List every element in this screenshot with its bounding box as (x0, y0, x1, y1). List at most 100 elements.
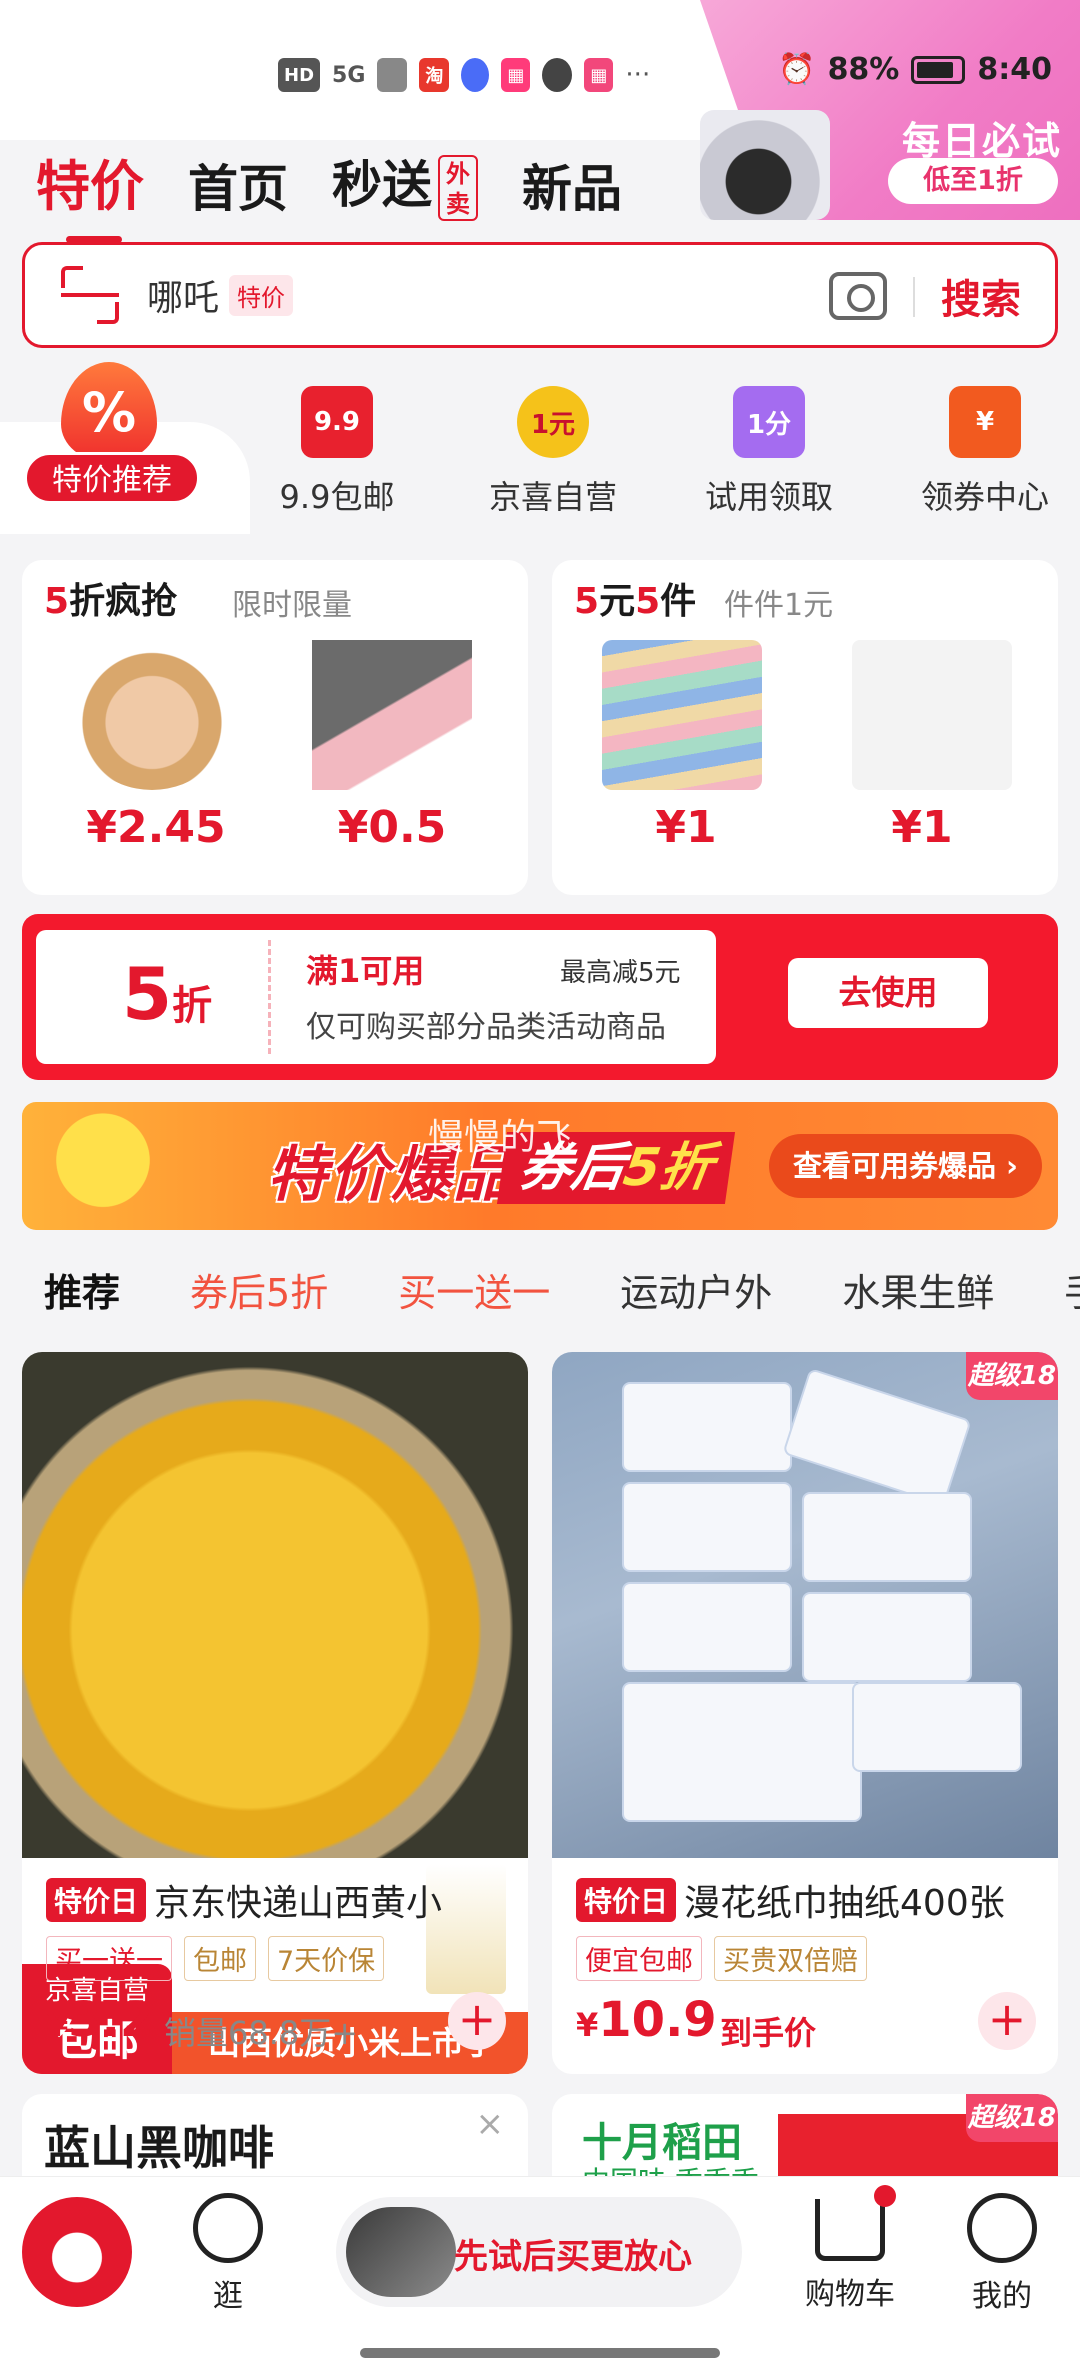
bag-99-icon: 9.9 (301, 386, 373, 458)
percent-flame-icon: % (61, 362, 157, 462)
camera-icon[interactable] (829, 272, 887, 320)
clock: 8:40 (977, 52, 1052, 87)
filter-tab[interactable]: 券后5折 (190, 1262, 328, 1317)
trial-first-pill[interactable]: 先试后买更放心 (336, 2197, 742, 2307)
deal-title: 5折疯抢 (44, 581, 178, 622)
filter-tab[interactable]: 手 (1064, 1262, 1080, 1317)
nav-label: 购物车 (805, 2277, 895, 2312)
coupon-body: 5折 满1可用 最高减5元 仅可购买部分品类活动商品 (36, 930, 716, 1064)
promo-title: 每日必试 (901, 119, 1062, 163)
category-lingquan-zhongxin[interactable]: ¥ 领券中心 (900, 362, 1070, 518)
mascot-icon (48, 1108, 158, 1224)
peek-title: 蓝山黑咖啡 (44, 2121, 274, 2175)
cushion-product-image[interactable] (700, 110, 830, 220)
deal-title: 5元5件 (574, 581, 697, 622)
use-coupon-button[interactable]: 去使用 (788, 958, 988, 1028)
battery-icon (911, 55, 966, 84)
search-box[interactable]: 哪吒 特价 搜索 (22, 242, 1058, 348)
product-image[interactable] (22, 1352, 528, 1858)
deal-subtitle: 件件1元 (724, 588, 834, 623)
racks-image[interactable] (602, 640, 762, 790)
product-image[interactable] (552, 1352, 1058, 1858)
nav-guang[interactable]: 逛 (168, 2193, 288, 2315)
signal-icon (377, 58, 408, 92)
view-coupon-deals-button[interactable]: 查看可用券爆品 › (768, 1134, 1042, 1198)
product-tags: 便宜包邮 买贵双倍赔 (576, 1936, 867, 1981)
battery-percent: 88% (827, 52, 900, 87)
network-icon: 5G (332, 62, 366, 88)
shopping-app-icon: ▦ (501, 58, 531, 92)
search-divider (913, 277, 915, 317)
deal-price: ¥2.45 (86, 802, 226, 853)
product-card-millet[interactable]: 山西优质小米上市了 京喜自营 包邮 特价日 京东快递山西黄小 买一送一 包邮 7天… (22, 1352, 528, 2074)
taobao-app-icon: 淘 (419, 58, 450, 92)
deal-subtitle: 限时限量 (232, 588, 352, 623)
coupon-amount: 5折 (122, 952, 213, 1036)
add-to-cart-button[interactable]: + (978, 1992, 1036, 2050)
alarm-icon: ⏰ (778, 52, 816, 87)
jd-mascot-logo[interactable] (22, 2197, 132, 2307)
more-notifications-icon: ··· (625, 60, 651, 90)
scan-icon[interactable] (61, 266, 119, 324)
bag-1fen-icon: 1分 (733, 386, 805, 458)
nav-label: 我的 (972, 2279, 1032, 2314)
cloths-image[interactable] (312, 640, 472, 790)
status-right: ⏰ 88% 8:40 (778, 52, 1052, 87)
tissue-pack (802, 1492, 972, 1582)
cart-badge-dot (874, 2185, 896, 2207)
deal-card-half-price[interactable]: 5折疯抢 限时限量 ¥2.45 ¥0.5 (22, 560, 528, 895)
category-tejia-tuijian[interactable]: % 特价推荐 (24, 362, 200, 504)
waimai-badge: 外卖 (438, 155, 478, 221)
pdd-app-icon: ▦ (584, 58, 614, 92)
category-row: % 特价推荐 9.9 9.9包邮 1元 京喜自营 1分 试用领取 ¥ 领券中心 (0, 362, 1080, 534)
product-tag: 买贵双倍赔 (714, 1936, 867, 1981)
category-label: 领券中心 (920, 478, 1049, 516)
price-suffix: 到手价 (720, 2014, 817, 2052)
eggs-image[interactable] (72, 640, 232, 790)
filter-tab[interactable]: 水果生鲜 (842, 1262, 994, 1317)
tissue-pack (852, 1682, 1022, 1772)
category-jingxi-ziying[interactable]: 1元 京喜自营 (468, 362, 638, 518)
coupon-card[interactable]: 5折 满1可用 最高减5元 仅可购买部分品类活动商品 去使用 (22, 914, 1058, 1080)
tab-tejia[interactable]: 特价 (36, 142, 144, 243)
deal-card-five-yuan[interactable]: 5元5件 件件1元 ¥1 ¥1 (552, 560, 1058, 895)
nav-label: 逛 (213, 2279, 243, 2314)
coupon-yen-icon: ¥ (949, 386, 1021, 458)
coupon-description: 仅可购买部分品类活动商品 (306, 1010, 666, 1045)
filter-tab[interactable]: 运动户外 (620, 1262, 772, 1317)
tissue-pack (622, 1482, 792, 1572)
coupon-max: 最高减5元 (560, 958, 681, 988)
app-dot-icon (461, 58, 490, 92)
home-indicator[interactable] (360, 2348, 720, 2358)
hd-icon: HD (278, 58, 321, 92)
filter-tabs: 推荐 券后5折 买一送一 运动户外 水果生鲜 手 (44, 1262, 1080, 1317)
deal-price: ¥0.5 (337, 802, 447, 853)
search-button[interactable]: 搜索 (941, 267, 1021, 325)
search-input[interactable]: 哪吒 (147, 269, 219, 321)
tab-home[interactable]: 首页 (188, 149, 288, 221)
nav-mine[interactable]: 我的 (942, 2193, 1062, 2315)
cotton-image[interactable] (852, 640, 1012, 790)
close-icon[interactable]: × (476, 2104, 505, 2144)
tab-miaosong[interactable]: 秒送 外卖 (332, 145, 478, 221)
coupon-condition: 满1可用 (306, 952, 425, 990)
tab-new[interactable]: 新品 (522, 149, 622, 221)
filter-tab[interactable]: 买一送一 (398, 1262, 550, 1317)
category-99-baoyou[interactable]: 9.9 9.9包邮 (252, 362, 422, 518)
tab-miaosong-label: 秒送 (332, 155, 432, 214)
category-shiyong-lingqu[interactable]: 1分 试用领取 (684, 362, 854, 518)
coin-1yuan-icon: 1元 (517, 386, 589, 458)
promo-pill[interactable]: 低至1折 (888, 158, 1058, 204)
add-to-cart-button[interactable]: + (448, 1992, 506, 2050)
filter-tab[interactable]: 推荐 (44, 1262, 120, 1317)
product-card-tissue[interactable]: 超级18 特价日 漫花纸巾抽纸400张 便宜包邮 买贵双倍赔 ¥10.9 到手价 … (552, 1352, 1058, 2074)
notification-icons: HD 5G 淘 ▦ ▦ ··· (278, 55, 650, 95)
product-tag: 买一送一 (46, 1936, 172, 1981)
tissue-pack (622, 1682, 862, 1822)
cart-icon (815, 2185, 896, 2261)
super18-badge: 超级18 (966, 2094, 1058, 2142)
nav-cart[interactable]: 购物车 (790, 2185, 910, 2313)
face-icon (193, 2193, 263, 2263)
category-label: 京喜自营 (488, 478, 617, 516)
product-name: 特价日 漫花纸巾抽纸400张 (576, 1874, 1046, 1926)
